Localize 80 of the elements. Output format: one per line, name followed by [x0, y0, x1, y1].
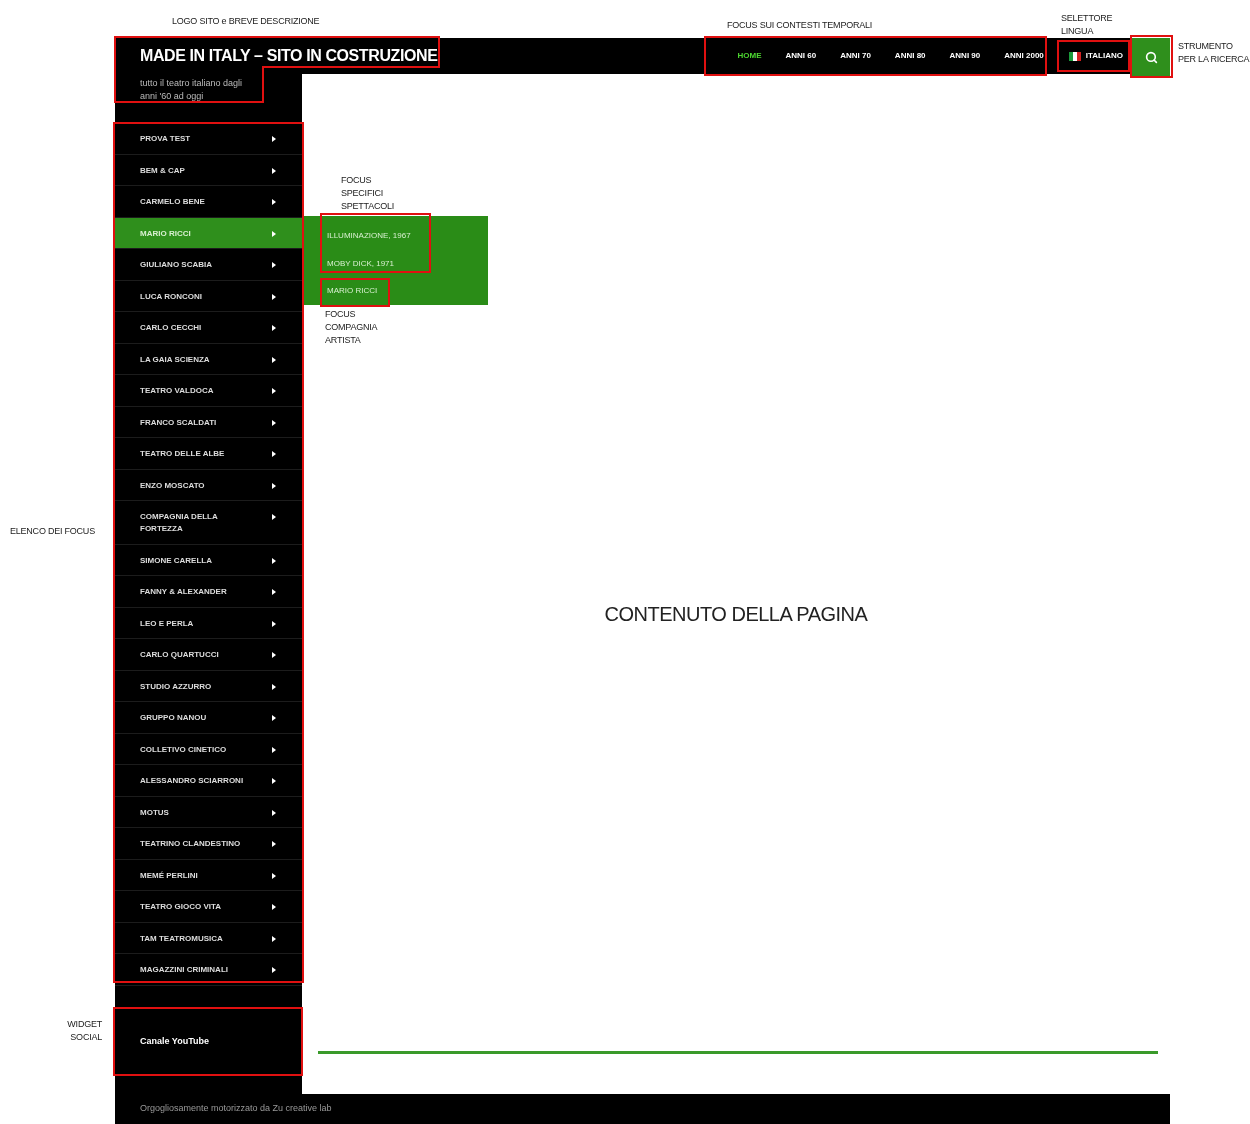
caret-icon — [272, 652, 276, 658]
nav-link[interactable]: ANNI 90 — [949, 50, 981, 62]
caret-icon — [272, 136, 276, 142]
focus-menu-item[interactable]: TAM TEATROMUSICA — [115, 922, 302, 954]
focus-menu-item[interactable]: MEMÉ PERLINI — [115, 859, 302, 891]
nav-link[interactable]: ANNI 2000 — [1004, 50, 1044, 62]
caret-icon — [272, 230, 276, 237]
focus-menu-item[interactable]: FANNY & ALEXANDER — [115, 576, 302, 608]
caret-icon — [272, 935, 276, 942]
caret-icon — [272, 325, 276, 331]
caret-icon — [272, 514, 276, 520]
caret-icon — [272, 683, 276, 690]
nav-link[interactable]: ANNI 70 — [840, 50, 871, 62]
annotation-label: WIDGET SOCIAL — [66, 1018, 102, 1044]
widget-title: Canale YouTube — [140, 1035, 209, 1046]
annotation-label: FOCUS SPECIFICI SPETTACOLI — [341, 174, 396, 213]
focus-menu-item[interactable]: SIMONE CARELLA — [115, 544, 302, 576]
caret-icon — [272, 967, 276, 973]
focus-menu-item[interactable]: ENZO MOSCATO — [115, 469, 302, 501]
nav-link[interactable]: HOME — [737, 50, 762, 62]
flag-icon — [1068, 51, 1081, 61]
focus-menu-item[interactable]: TEATRINO CLANDESTINO — [115, 828, 302, 860]
caret-icon — [272, 620, 276, 627]
nav-link[interactable]: ANNI 80 — [894, 50, 926, 62]
focus-menu-item[interactable]: LEO E PERLA — [115, 607, 302, 639]
focus-menu-item[interactable]: GRUPPO NANOU — [115, 702, 302, 734]
focus-menu-item[interactable]: COLLETIVO CINETICO — [115, 733, 302, 765]
focus-menu-item[interactable]: MOTUS — [115, 796, 302, 828]
annotation-label: LOGO SITO e BREVE DESCRIZIONE — [172, 15, 320, 28]
annotation-label: STRUMENTO PER LA RICERCA — [1178, 40, 1250, 66]
focus-menu-item[interactable]: CARMELO BENE — [115, 186, 302, 218]
focus-menu-item[interactable]: COMPAGNIA DELLA FORTEZZA — [115, 501, 302, 545]
annotation-label: SELETTORE LINGUA — [1061, 12, 1114, 38]
caret-icon — [272, 841, 276, 847]
caret-icon — [272, 293, 276, 300]
focus-menu-item[interactable]: ALESSANDRO SCIARRONI — [115, 765, 302, 797]
annotation-frame — [320, 278, 390, 307]
focus-menu-item[interactable]: STUDIO AZZURRO — [115, 670, 302, 702]
caret-icon — [272, 356, 276, 363]
caret-icon — [272, 482, 276, 489]
caret-icon — [272, 872, 276, 879]
site-title: MADE IN ITALY – SITO IN COSTRUZIONE — [139, 46, 438, 66]
caret-icon — [272, 746, 276, 753]
caret-icon — [272, 778, 276, 784]
caret-icon — [272, 262, 276, 268]
focus-menu-item[interactable]: TEATRO DELLE ALBE — [115, 438, 302, 470]
focus-menu-item[interactable]: CARLO CECCHI — [115, 312, 302, 344]
annotation-label: FOCUS SUI CONTESTI TEMPORALI — [727, 19, 873, 32]
focus-menu-item[interactable]: MAGAZZINI CRIMINALI — [115, 954, 302, 986]
content-placeholder-text: CONTENUTO DELLA PAGINA — [604, 602, 868, 626]
annotation-label: ELENCO DEI FOCUS — [10, 525, 95, 538]
caret-icon — [272, 167, 276, 174]
nav-link[interactable]: ANNI 60 — [785, 50, 817, 62]
focus-menu-item[interactable]: CARLO QUARTUCCI — [115, 639, 302, 671]
footer-credit: Orgogliosamente motorizzato da Zu creative lab — [140, 1102, 332, 1116]
focus-menu-item[interactable]: PROVA TEST — [115, 123, 302, 155]
caret-icon — [272, 589, 276, 595]
focus-menu-item[interactable]: TEATRO GIOCO VITA — [115, 891, 302, 923]
submenu-item[interactable]: ILLUMINAZIONE, 1967 — [302, 222, 488, 250]
caret-icon — [272, 199, 276, 205]
focus-menu-item[interactable]: FRANCO SCALDATI — [115, 406, 302, 438]
focus-menu-item[interactable]: GIULIANO SCABIA — [115, 249, 302, 281]
submenu-item[interactable]: MARIO RICCI — [302, 277, 488, 305]
focus-menu-item[interactable]: TEATRO VALDOCA — [115, 375, 302, 407]
focus-menu-item[interactable]: LUCA RONCONI — [115, 280, 302, 312]
annotation-label: FOCUS COMPAGNIA ARTISTA — [325, 308, 379, 347]
focus-menu-item[interactable]: MARIO RICCI — [115, 217, 302, 249]
caret-icon — [272, 715, 276, 721]
focus-menu-item[interactable]: BEM & CAP — [115, 154, 302, 186]
caret-icon — [272, 388, 276, 394]
search-button[interactable] — [1132, 38, 1170, 76]
search-icon — [1144, 50, 1158, 64]
caret-icon — [272, 557, 276, 564]
caret-icon — [272, 904, 276, 910]
caret-icon — [272, 451, 276, 457]
caret-icon — [272, 419, 276, 426]
submenu-item[interactable]: MOBY DICK, 1971 — [302, 249, 488, 278]
site-tagline: tutto il teatro italiano dagli anni '60 ad oggi — [139, 77, 244, 103]
caret-icon — [272, 809, 276, 816]
focus-menu-item[interactable]: LA GAIA SCIENZA — [115, 343, 302, 375]
